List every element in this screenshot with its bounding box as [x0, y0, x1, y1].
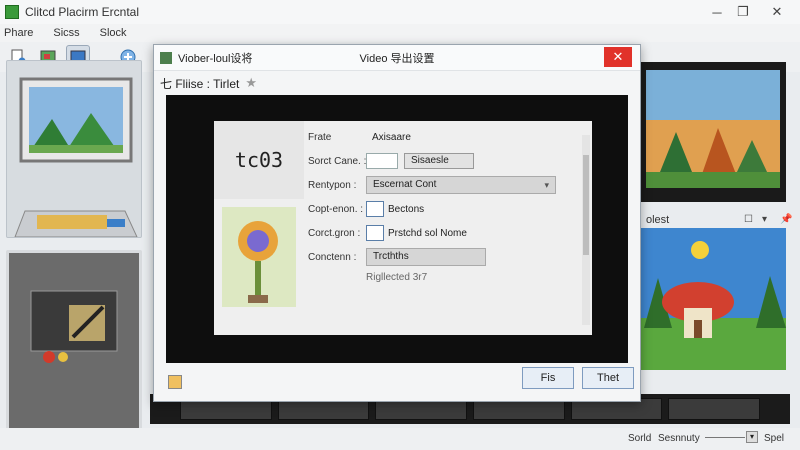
status-right: Spel [764, 433, 785, 444]
status-bar: Sorld Sesnnuty Spel [0, 428, 800, 450]
row-sorct: Sorct Cane. : Sisaesle [308, 151, 578, 171]
frate-label: Frate [308, 131, 332, 143]
panel-checkbox[interactable]: ☐ [744, 214, 753, 225]
row-copt: Copt-enon. : Bectons [308, 199, 578, 219]
zoom-slider[interactable] [705, 437, 745, 438]
corct-value: Prstchd sol Nome [388, 227, 467, 239]
help-icon[interactable] [168, 375, 182, 389]
title-bar: Clitcd Placirm Ercntal ─ ❐ ✕ [0, 0, 800, 24]
dialog-close-button[interactable]: ✕ [604, 47, 632, 67]
status-middle: Sesnnuty [658, 433, 700, 444]
menu-slock[interactable]: Slock [100, 27, 127, 39]
scene-preview-bottom [640, 228, 786, 370]
star-icon[interactable]: ★ [245, 75, 257, 91]
reflected-value: Rigllected 3r7 [366, 271, 428, 283]
status-left: Sorld [628, 433, 652, 444]
menu-phare[interactable]: Phare [4, 27, 33, 39]
copt-checkbox[interactable] [366, 201, 384, 217]
menu-bar: Phare Sicss Slock [0, 24, 800, 42]
flower-illustration [222, 207, 296, 307]
app-icon [5, 5, 19, 19]
preview-logo: tc03 [214, 121, 304, 199]
side-panel-label: olest [646, 214, 670, 226]
preview-area: tc03 Frate Axisaare Sorct Cane. : Sisaes… [166, 95, 628, 363]
monitor-illustration [7, 61, 141, 237]
rentypon-select[interactable]: Escernat Cont ▾ [366, 176, 556, 194]
row-conctenn: Conctenn : Trcthths [308, 247, 578, 267]
copt-value: Bectons [388, 203, 425, 215]
cancel-button[interactable]: Thet [582, 367, 634, 389]
settings-panel: tc03 Frate Axisaare Sorct Cane. : Sisaes… [214, 121, 592, 335]
scrollbar[interactable] [582, 135, 590, 325]
close-window-button[interactable]: ✕ [762, 0, 792, 24]
sorct-button[interactable]: Sisaesle [404, 153, 474, 169]
dialog-app-icon [160, 51, 172, 64]
scrollbar-thumb[interactable] [583, 155, 589, 255]
conctenn-label: Conctenn : [308, 251, 357, 263]
sorct-select[interactable] [366, 153, 398, 169]
conctenn-field[interactable]: Trcthths [366, 248, 486, 266]
corct-label: Corct.gron : [308, 227, 361, 239]
corct-checkbox[interactable] [366, 225, 384, 241]
conctenn-value: Trcthths [373, 251, 409, 262]
door-illustration [9, 253, 139, 433]
dialog-app-title: Viober-loul设将 [178, 52, 253, 65]
row-reflected: Rigllected 3r7 [308, 267, 578, 287]
thumbnail-monitor[interactable] [6, 60, 142, 238]
export-dialog: Viober-loul设将 Video 导出设置 ✕ 七 Fliise : Ti… [153, 44, 641, 402]
chevron-down-icon: ▾ [544, 180, 549, 190]
menu-sicss[interactable]: Sicss [53, 27, 79, 39]
copt-label: Copt-enon. : [308, 203, 364, 215]
sorct-label: Sorct Cane. : [308, 155, 366, 167]
dialog-titlebar: Viober-loul设将 Video 导出设置 ✕ [154, 45, 640, 71]
settings-form: Frate Axisaare Sorct Cane. : Sisaesle Re… [308, 127, 578, 327]
ok-button[interactable]: Fis [522, 367, 574, 389]
row-corct: Corct.gron : Prstchd sol Nome [308, 223, 578, 243]
thumbnail-door[interactable] [6, 250, 142, 436]
maximize-button[interactable]: ❐ [728, 0, 758, 24]
rentypon-label: Rentypon : [308, 179, 357, 191]
file-label: 七 Fliise : Tirlet [160, 76, 240, 91]
zoom-dropdown[interactable]: ▾ [746, 431, 758, 443]
panel-dropdown-icon[interactable]: ▾ [762, 214, 767, 225]
film-frame[interactable] [668, 398, 761, 420]
frate-value: Axisaare [372, 131, 411, 143]
dialog-header: 七 Fliise : Tirlet ★ [154, 71, 640, 95]
row-rentypon: Rentypon : Escernat Cont ▾ [308, 175, 578, 195]
row-frate: Frate Axisaare [308, 127, 578, 147]
scene-preview-top [640, 62, 786, 202]
window-title: Clitcd Placirm Ercntal [25, 5, 140, 19]
panel-pin-icon[interactable]: 📌 [780, 214, 792, 225]
rentypon-value: Escernat Cont [373, 179, 437, 190]
